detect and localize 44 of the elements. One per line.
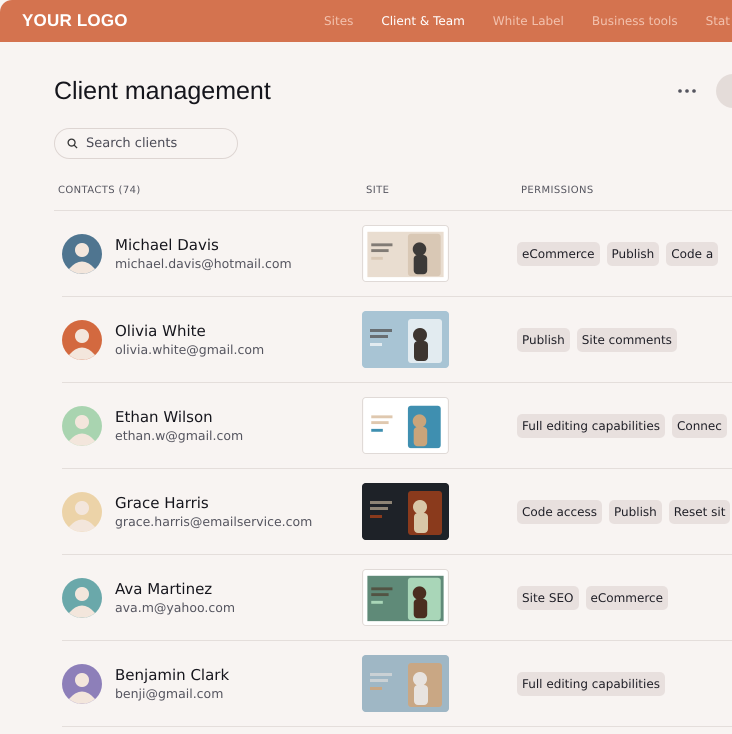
logo: YOUR LOGO (22, 11, 128, 31)
contact-email: ava.m@yahoo.com (115, 600, 236, 615)
permission-tag: Publish (606, 242, 660, 266)
nav-tab[interactable]: Business tools (592, 14, 678, 28)
contact-name: Benjamin Clark (115, 666, 230, 684)
contact-email: michael.davis@hotmail.com (115, 256, 292, 271)
permission-tag: Reset sit (668, 500, 730, 524)
column-header: PERMISSIONS (521, 185, 595, 196)
permission-tag: Site SEO (517, 586, 578, 610)
nav-tab[interactable]: Sites (324, 14, 354, 28)
avatar (62, 664, 102, 704)
contact-email: ethan.w@gmail.com (115, 428, 244, 443)
permission-tag: Publish (517, 328, 570, 352)
contact-name: Ethan Wilson (115, 408, 214, 426)
avatar (62, 406, 102, 446)
contact-name: Olivia White (115, 322, 207, 340)
search-field[interactable]: Search clients (54, 128, 238, 159)
permission-tag: Full editing capabilities (517, 414, 665, 438)
contact-name: Michael Davis (115, 236, 220, 254)
permission-tag: eCommerce (517, 242, 600, 266)
avatar (62, 492, 102, 532)
search-icon (67, 138, 78, 149)
avatar (62, 578, 102, 618)
avatar (62, 320, 102, 360)
column-header: SITE (366, 185, 390, 196)
permission-tag: Full editing capabilities (517, 672, 665, 696)
nav-tab[interactable]: Stat (706, 14, 730, 28)
permission-tag: eCommerce (586, 586, 668, 610)
column-header: CONTACTS (74) (58, 185, 142, 196)
nav-tab[interactable]: White Label (492, 14, 564, 28)
permission-tag: Code a (666, 242, 718, 266)
permission-tag: Code access (517, 500, 602, 524)
permission-tag: Publish (608, 500, 662, 524)
contact-name: Grace Harris (115, 494, 210, 512)
contact-email: olivia.white@gmail.com (115, 342, 264, 357)
contact-email: grace.harris@emailservice.com (115, 514, 312, 529)
permission-tag: Site comments (576, 328, 677, 352)
nav-tab[interactable]: Client & Team (381, 14, 465, 28)
permission-tag: Connec (672, 414, 727, 438)
more-icon (678, 89, 696, 93)
page-title: Client management (54, 76, 271, 106)
avatar (62, 234, 102, 274)
contact-email: benji@gmail.com (115, 686, 224, 701)
contact-name: Ava Martinez (115, 580, 214, 598)
